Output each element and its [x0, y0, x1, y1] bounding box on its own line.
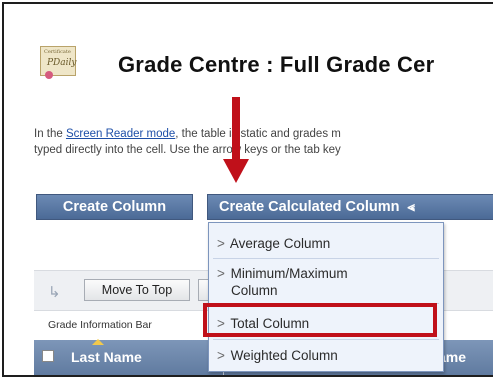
menu-bullet-icon: >	[217, 236, 225, 251]
column-header-last-name[interactable]: Last Name	[71, 349, 142, 365]
move-arrow-icon: ↳	[48, 284, 61, 301]
total-column-highlight	[203, 303, 437, 337]
create-column-button[interactable]: Create Column	[36, 194, 193, 220]
move-to-top-button[interactable]: Move To Top	[84, 279, 190, 301]
calculated-column-menu: > Average Column > Minimum/Maximum Colum…	[208, 222, 444, 372]
menu-item-label: Average Column	[229, 236, 331, 251]
menu-item-weighted-column[interactable]: > Weighted Column	[217, 347, 338, 364]
info-text-start: In the	[34, 128, 66, 140]
menu-item-label-line2: Column	[231, 283, 278, 298]
certificate-icon-text: Certificate	[44, 49, 71, 55]
menu-item-minimum-maximum-column[interactable]: > Minimum/Maximum Column	[217, 265, 348, 299]
info-text-end: , the table is static and grades m	[175, 128, 341, 140]
create-calculated-column-button[interactable]: Create Calculated Column ⪡	[207, 194, 493, 220]
grade-centre-page: Certificate PDaily Grade Centre : Full G…	[2, 2, 493, 377]
certificate-icon: Certificate PDaily	[40, 46, 77, 79]
pointer-arrow-icon	[232, 97, 240, 161]
page-title: Grade Centre : Full Grade Cer	[118, 52, 435, 77]
toolbar-next-button[interactable]	[198, 279, 208, 301]
menu-item-average-column[interactable]: > Average Column	[217, 235, 330, 252]
menu-item-label: Minimum/Maximum	[230, 266, 348, 281]
grade-information-bar-label: Grade Information Bar	[48, 319, 152, 331]
menu-divider	[213, 339, 439, 340]
menu-item-label: Weighted Column	[230, 348, 338, 363]
certificate-ribbon-icon	[45, 71, 53, 79]
screen-reader-mode-link[interactable]: Screen Reader mode	[66, 128, 175, 140]
pointer-arrow-head-icon	[223, 159, 249, 183]
menu-divider	[213, 258, 439, 259]
menu-bullet-icon: >	[217, 266, 225, 281]
sort-ascending-icon	[92, 339, 104, 345]
info-text-line2: typed directly into the cell. Use the ar…	[34, 144, 341, 156]
screen-reader-info: In the Screen Reader mode, the table is …	[34, 126, 341, 158]
menu-bullet-icon: >	[217, 348, 225, 363]
double-chevron-down-icon: ⪡	[407, 199, 415, 214]
select-all-checkbox[interactable]	[42, 350, 54, 362]
create-calculated-column-label: Create Calculated Column	[219, 199, 400, 215]
certificate-icon-signature: PDaily	[47, 58, 77, 68]
